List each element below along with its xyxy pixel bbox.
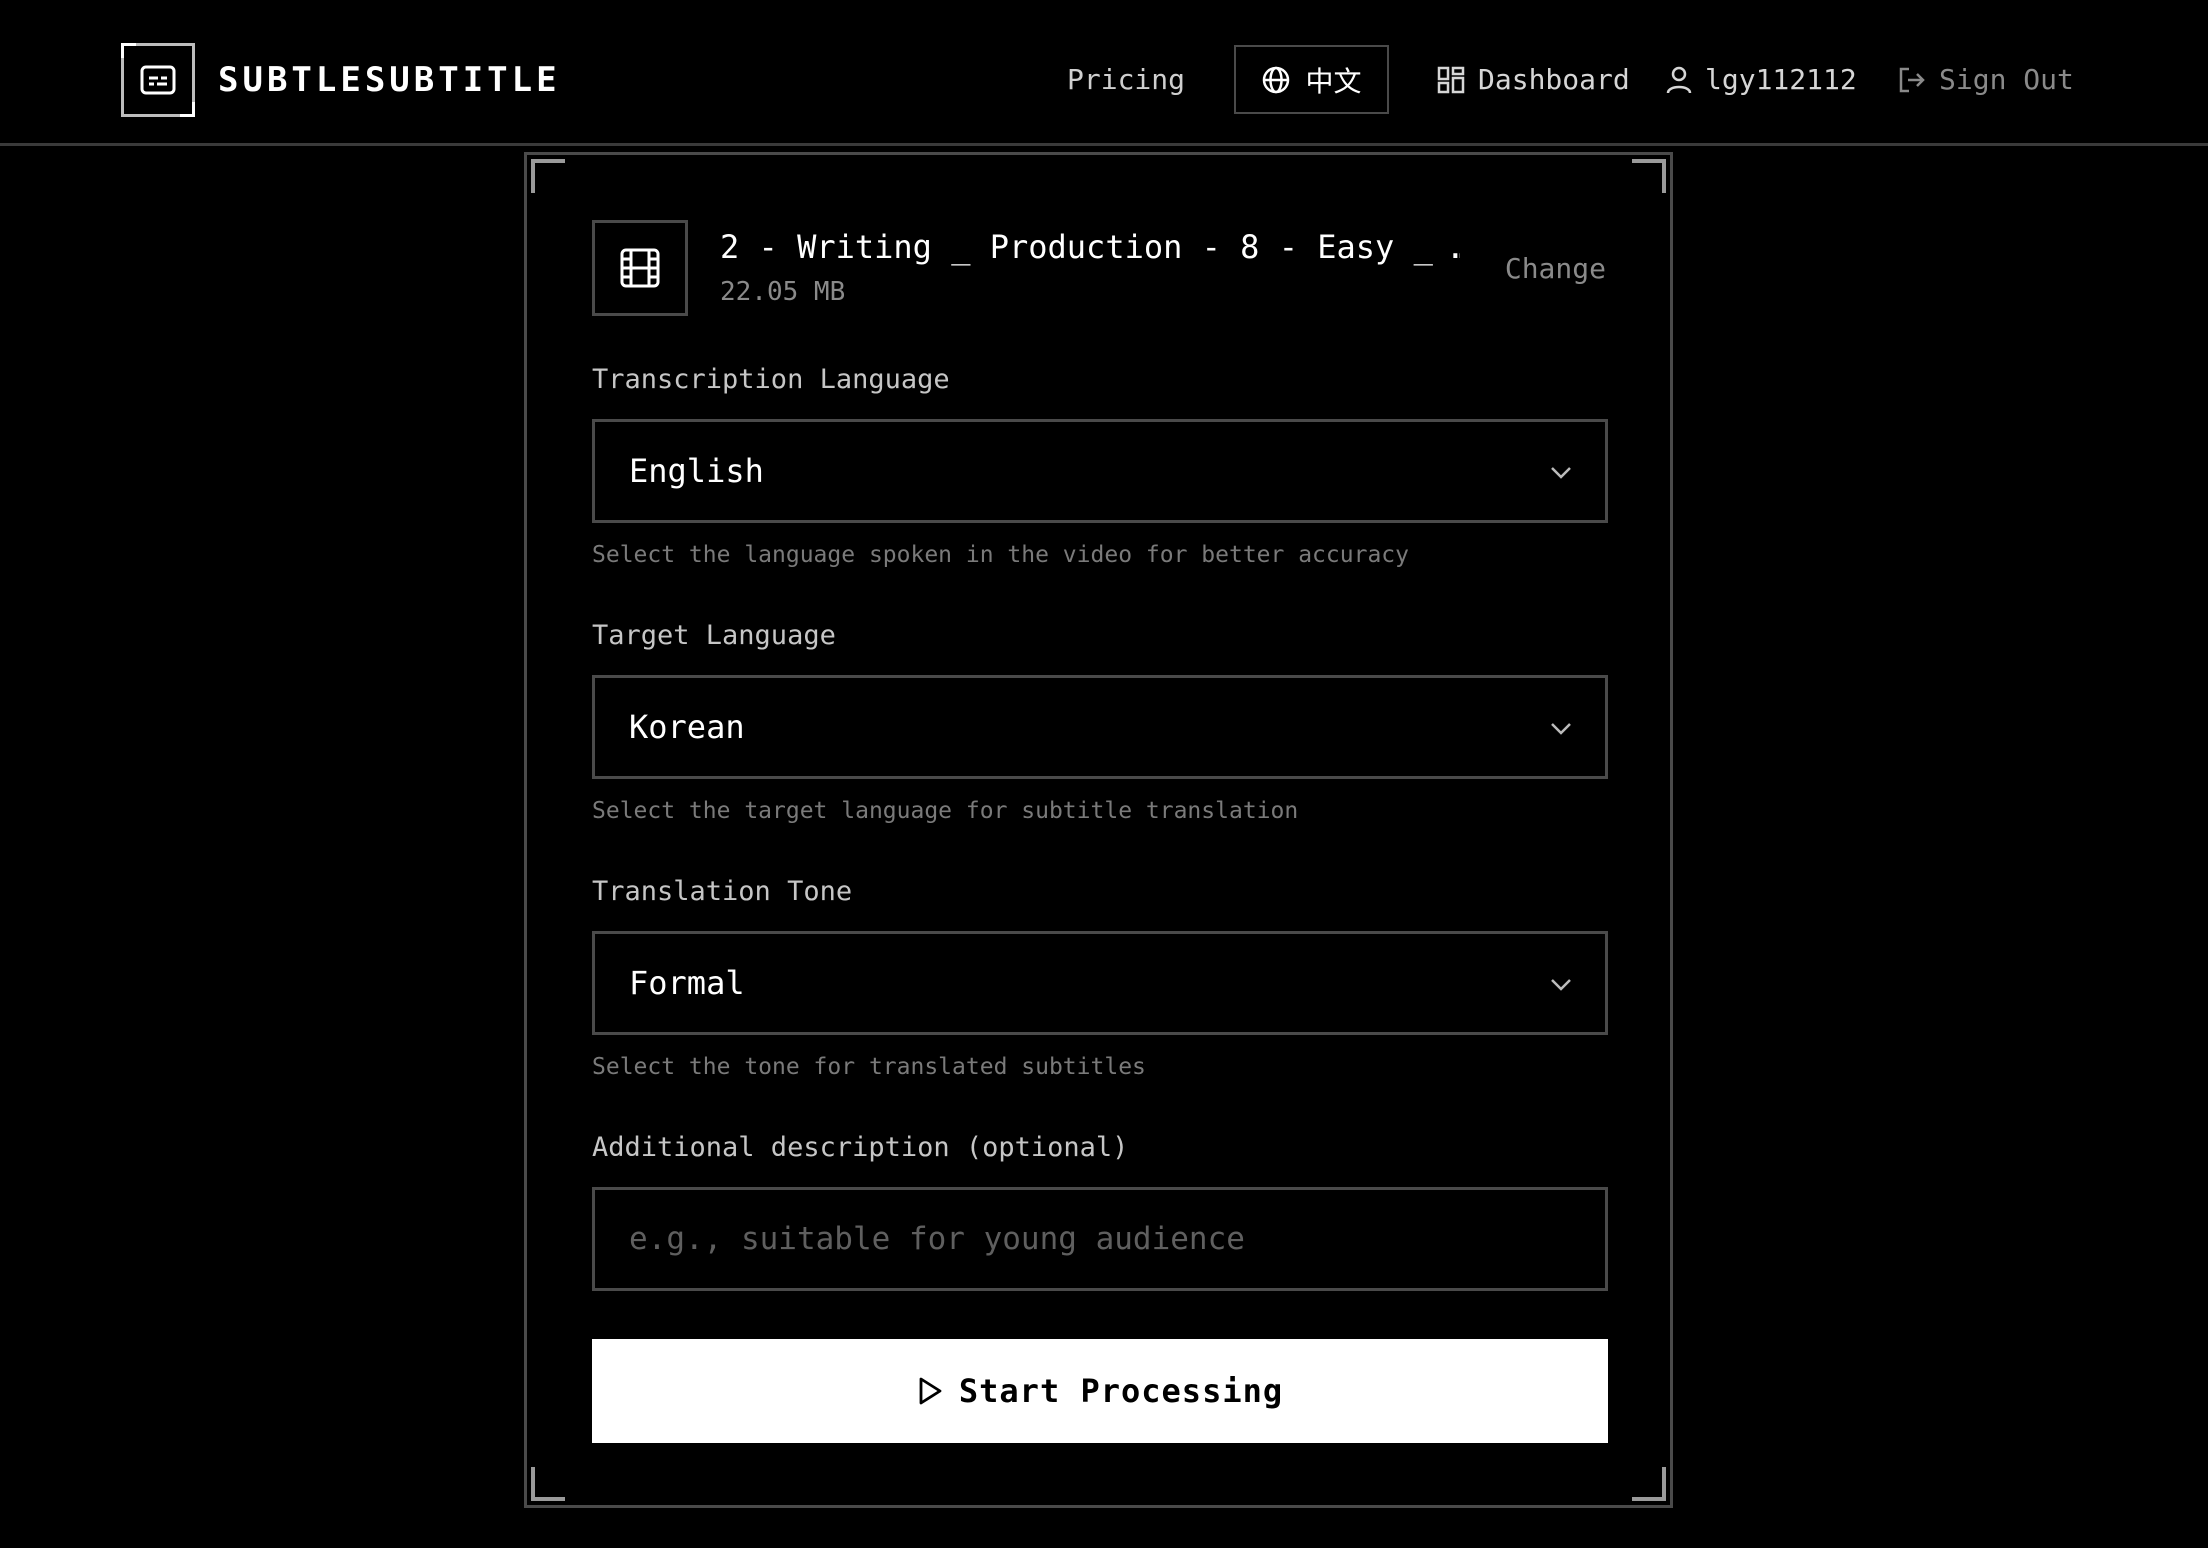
film-icon bbox=[620, 248, 660, 288]
target-language-help: Select the target language for subtitle … bbox=[592, 798, 1299, 824]
card-corner-decoration bbox=[1632, 1467, 1666, 1501]
upload-settings-card: 2 - Writing _ Production - 8 - Easy _ … … bbox=[524, 152, 1673, 1508]
translation-tone-label: Translation Tone bbox=[592, 876, 853, 907]
target-language-value: Korean bbox=[629, 708, 745, 746]
translation-tone-value: Formal bbox=[629, 964, 745, 1002]
play-icon bbox=[919, 1377, 942, 1405]
target-language-label: Target Language bbox=[592, 620, 836, 651]
chevron-down-icon bbox=[1551, 467, 1571, 479]
additional-description-label: Additional description (optional) bbox=[592, 1132, 1129, 1163]
file-name: 2 - Writing _ Production - 8 - Easy _ … bbox=[720, 228, 1460, 266]
target-language-select[interactable]: Korean bbox=[592, 675, 1608, 779]
sign-out-link[interactable]: Sign Out bbox=[1897, 56, 2074, 104]
language-switch-label: 中文 bbox=[1305, 64, 1362, 98]
sign-out-label: Sign Out bbox=[1939, 63, 2074, 96]
globe-icon bbox=[1263, 66, 1290, 93]
file-size: 22.05 MB bbox=[720, 277, 846, 307]
change-file-button[interactable]: Change bbox=[1505, 249, 1606, 289]
language-switch-button[interactable]: 中文 bbox=[1234, 45, 1389, 114]
top-navbar: SUBTLESUBTITLE Pricing 中文 Dashboard lgy1… bbox=[0, 0, 2208, 146]
grid-icon bbox=[1437, 66, 1465, 94]
transcription-language-value: English bbox=[629, 452, 764, 490]
nav-username: lgy112112 bbox=[1705, 63, 1857, 96]
start-processing-button[interactable]: Start Processing bbox=[592, 1339, 1608, 1443]
transcription-language-help: Select the language spoken in the video … bbox=[592, 542, 1409, 568]
logout-icon bbox=[1899, 67, 1925, 93]
transcription-language-label: Transcription Language bbox=[592, 364, 950, 395]
card-corner-decoration bbox=[1632, 159, 1666, 193]
nav-user[interactable]: lgy112112 bbox=[1665, 56, 1857, 104]
chevron-down-icon bbox=[1551, 723, 1571, 735]
nav-dashboard-label: Dashboard bbox=[1478, 63, 1630, 96]
card-corner-decoration bbox=[531, 159, 565, 193]
start-processing-label: Start Processing bbox=[958, 1372, 1284, 1410]
nav-dashboard[interactable]: Dashboard bbox=[1436, 56, 1630, 104]
chevron-down-icon bbox=[1551, 979, 1571, 991]
nav-pricing[interactable]: Pricing bbox=[1067, 56, 1185, 104]
subtitles-icon bbox=[140, 65, 176, 95]
translation-tone-help: Select the tone for translated subtitles bbox=[592, 1054, 1146, 1080]
nav-pricing-label: Pricing bbox=[1067, 63, 1186, 96]
logo[interactable] bbox=[121, 43, 195, 117]
card-corner-decoration bbox=[531, 1467, 565, 1501]
translation-tone-select[interactable]: Formal bbox=[592, 931, 1608, 1035]
file-thumbnail bbox=[592, 220, 688, 316]
brand-name[interactable]: SUBTLESUBTITLE bbox=[218, 56, 561, 104]
transcription-language-select[interactable]: English bbox=[592, 419, 1608, 523]
additional-description-input[interactable] bbox=[592, 1187, 1608, 1291]
user-icon bbox=[1666, 66, 1692, 94]
